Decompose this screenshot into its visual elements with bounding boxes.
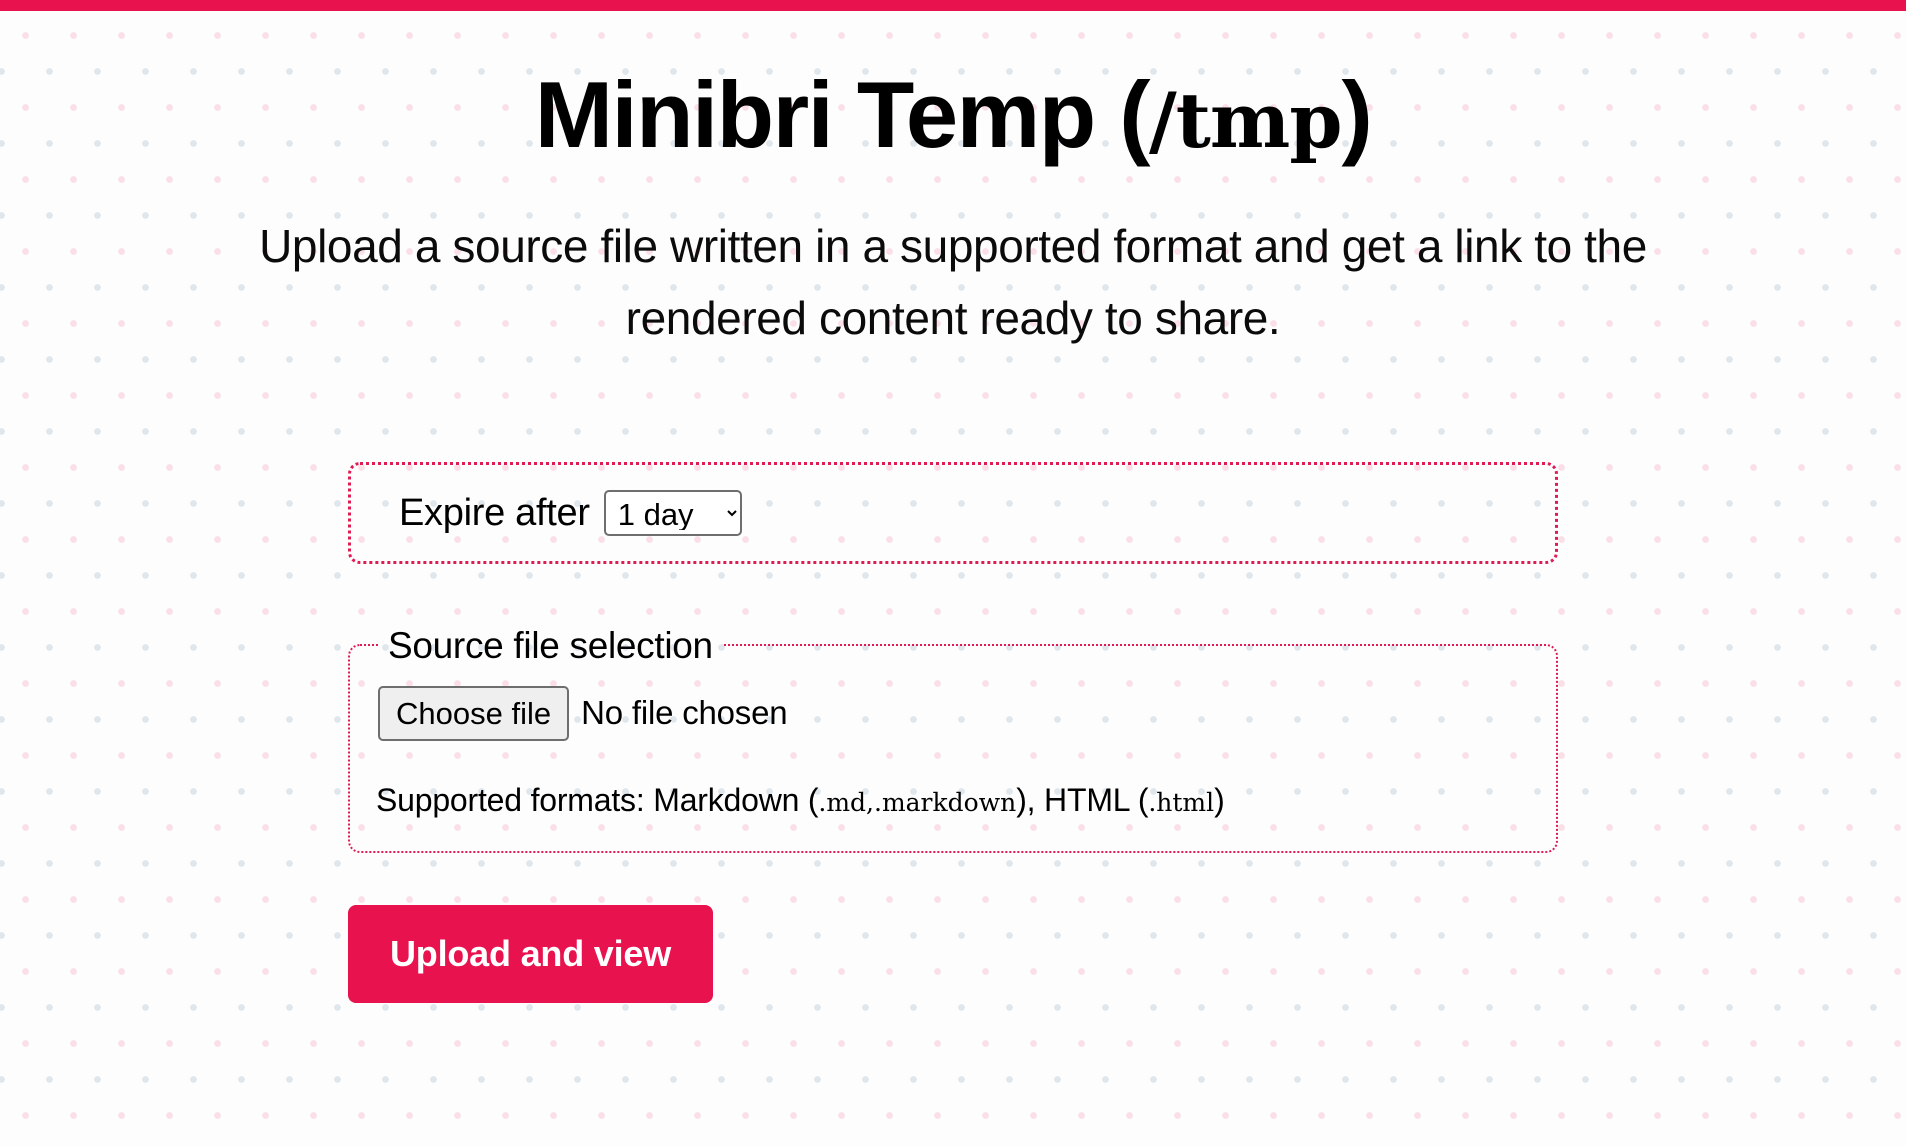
file-input-row: Choose file No file chosen [350, 664, 1556, 741]
page-container: Minibri Temp (/tmp) Upload a source file… [0, 0, 1906, 1004]
page-title-main: Minibri Temp ( [534, 62, 1151, 167]
expiry-select[interactable]: 1 day [603, 489, 742, 536]
extension-html: .html [1148, 787, 1215, 817]
page-title: Minibri Temp (/tmp) [0, 0, 1906, 167]
extension-markdown: .markdown [874, 787, 1017, 817]
expiry-label: Expire after [399, 491, 590, 534]
page-subtitle: Upload a source file written in a suppor… [259, 220, 1647, 345]
page-title-path: /tmp [1149, 76, 1342, 165]
source-file-fieldset: Source file selection Choose file No fil… [348, 624, 1558, 854]
accent-top-bar [0, 0, 1906, 11]
extension-md: .md [818, 787, 867, 817]
upload-form: Expire after 1 day Source file selection… [348, 355, 1558, 1004]
submit-row: Upload and view [348, 853, 1558, 1004]
supported-formats-text: Supported formats: Markdown (.md,.markdo… [350, 741, 1556, 819]
page-title-close: ) [1341, 62, 1372, 167]
extension-separator: , [866, 787, 874, 817]
supported-formats-mid: ), HTML ( [1016, 781, 1149, 818]
upload-and-view-button[interactable]: Upload and view [348, 905, 714, 1004]
file-status-text: No file chosen [581, 694, 788, 732]
supported-formats-prefix: Supported formats: Markdown ( [376, 781, 819, 818]
supported-formats-suffix: ) [1214, 781, 1225, 818]
expiry-panel: Expire after 1 day [348, 461, 1558, 564]
choose-file-button[interactable]: Choose file [378, 685, 570, 741]
source-file-legend: Source file selection [388, 624, 713, 666]
